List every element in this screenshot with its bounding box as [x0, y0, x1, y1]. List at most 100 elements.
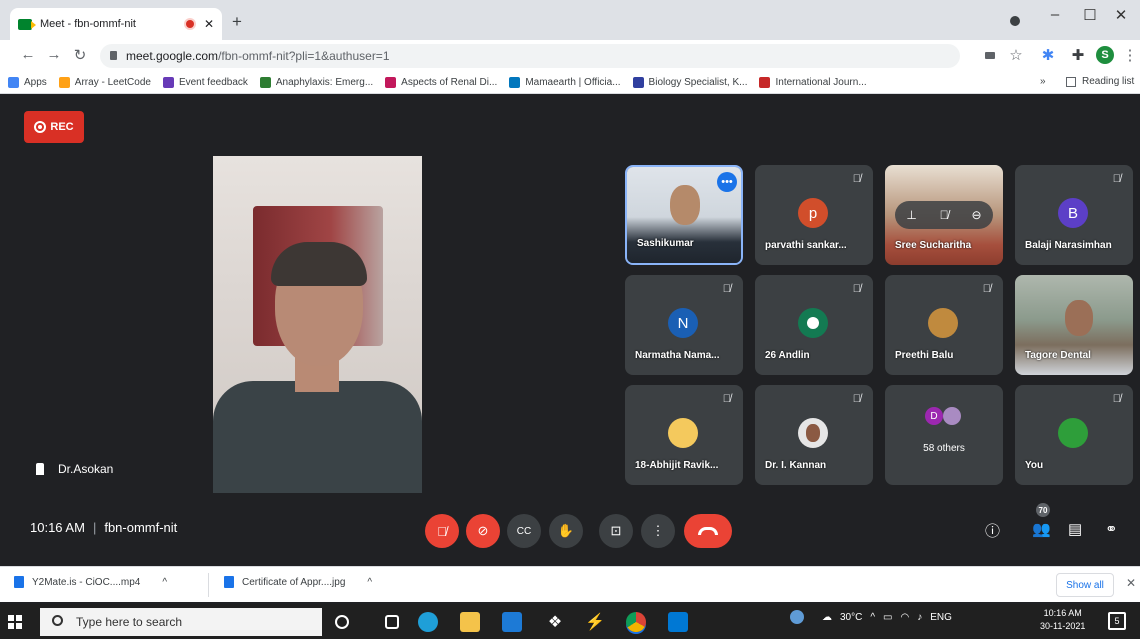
windows-start-icon[interactable] [8, 615, 22, 629]
participant-tile[interactable]: ••• Sashikumar [625, 165, 743, 265]
bookmark-anaphylaxis[interactable]: Anaphylaxis: Emerg... [259, 77, 373, 88]
chevron-up-icon[interactable]: ^ [367, 577, 372, 588]
mic-off-icon: 🎙̸ [1112, 393, 1121, 405]
participant-tile[interactable]: 🎙̸ B Balaji Narasimhan [1015, 165, 1133, 265]
participant-tile[interactable]: 🎙̸ 18-Abhijit Ravik... [625, 385, 743, 485]
others-tile[interactable]: D 58 others [885, 385, 1003, 485]
participant-tile[interactable]: 🎙̸ 26 Andlin [755, 275, 873, 375]
participant-tile[interactable]: ⊥ 🎙̸ ⊖ Sree Sucharitha [885, 165, 1003, 265]
avatar [668, 418, 698, 448]
bookmark-mamaearth[interactable]: Mamaearth | Officia... [509, 77, 621, 88]
mic-toggle-button[interactable]: 🎙̸ [425, 514, 459, 548]
minimize-icon[interactable]: – [1040, 6, 1070, 23]
more-options-button[interactable]: ⋮ [641, 514, 675, 548]
profile-indicator-icon[interactable] [1010, 16, 1020, 26]
main-speaker-video[interactable] [213, 156, 422, 493]
chrome-icon[interactable] [626, 612, 646, 632]
volume-icon[interactable]: ♪ [917, 612, 922, 623]
bookmark-apps[interactable]: Apps [8, 77, 47, 88]
bookmark-event-feedback[interactable]: Event feedback [162, 77, 248, 88]
forward-icon[interactable]: → [44, 46, 64, 63]
maximize-icon[interactable]: ☐ [1075, 6, 1105, 24]
avatar [1058, 418, 1088, 448]
site-icon [632, 77, 644, 88]
participant-count-badge: 70 [1036, 503, 1050, 517]
menu-kebab-icon[interactable]: ⋮ [1120, 46, 1140, 64]
wifi-icon[interactable]: ◠ [901, 612, 910, 623]
avatar: B [1058, 198, 1088, 228]
chevron-up-icon[interactable]: ^ [162, 577, 167, 588]
cortana-icon[interactable] [335, 615, 349, 629]
bookmark-renal[interactable]: Aspects of Renal Di... [385, 77, 497, 88]
chat-icon[interactable]: ▤ [1068, 520, 1082, 538]
download-item[interactable]: Certificate of Appr....jpg ^ [224, 576, 372, 588]
people-icon[interactable]: 👥 [1032, 520, 1051, 538]
bookmarks-overflow-icon[interactable]: » [1040, 76, 1046, 87]
mic-off-icon: 🎙̸ [722, 283, 731, 295]
download-item[interactable]: Y2Mate.is - CiOC....mp4 ^ [14, 576, 167, 588]
participant-tile[interactable]: 🎙̸ Preethi Balu [885, 275, 1003, 375]
participant-tile[interactable]: 🎙̸ Dr. I. Kannan [755, 385, 873, 485]
avatar: D [925, 407, 943, 425]
self-tile[interactable]: 🎙̸ You [1015, 385, 1133, 485]
edge-icon[interactable] [418, 612, 438, 632]
store-icon[interactable] [668, 612, 688, 632]
battery-icon[interactable]: ▭ [883, 612, 892, 623]
back-icon[interactable]: ← [18, 46, 38, 63]
recording-dot-icon [185, 20, 194, 28]
profile-avatar[interactable]: S [1096, 46, 1114, 64]
present-button[interactable]: ⊡ [599, 514, 633, 548]
avatar [798, 308, 828, 338]
meet-logo-icon [18, 18, 36, 30]
file-explorer-icon[interactable] [460, 612, 480, 632]
participant-tile[interactable]: 🎙̸ p parvathi sankar... [755, 165, 873, 265]
bookmark-leetcode[interactable]: Array - LeetCode [58, 77, 151, 88]
avatar [943, 407, 961, 425]
mic-off-icon: 🎙̸ [852, 173, 861, 185]
record-icon [34, 121, 47, 133]
show-all-button[interactable]: Show all [1056, 573, 1114, 597]
bookmark-biology[interactable]: Biology Specialist, K... [632, 77, 747, 88]
bookmark-journal[interactable]: International Journ... [759, 77, 867, 88]
system-tray: ☁ 30°C ^ ▭ ◠ ♪ ENG [790, 610, 952, 624]
help-icon[interactable] [790, 610, 804, 624]
more-options-icon[interactable]: ••• [717, 172, 737, 192]
close-window-icon[interactable]: ✕ [1106, 6, 1136, 24]
bookmark-star-icon[interactable]: ☆ [1006, 46, 1026, 64]
close-downloads-icon[interactable]: ✕ [1126, 576, 1136, 590]
mail-icon[interactable] [502, 612, 522, 632]
participant-tile[interactable]: 🎙̸ N Narmatha Nama... [625, 275, 743, 375]
task-view-icon[interactable] [385, 615, 399, 629]
pin-icon[interactable]: ⊥ [906, 208, 916, 222]
camera-toggle-button[interactable]: ⊘ [466, 514, 500, 548]
url-input[interactable]: meet.google.com/fbn-ommf-nit?pli=1&authu… [100, 44, 960, 68]
main-speaker-label: Dr.Asokan [36, 462, 113, 476]
remove-icon[interactable]: ⊖ [972, 208, 982, 222]
forms-icon [162, 77, 174, 88]
tab-meet[interactable]: Meet - fbn-ommf-nit ✕ [10, 8, 222, 40]
mute-icon[interactable]: 🎙̸ [940, 208, 949, 222]
taskbar-clock[interactable]: 10:16 AM 30-11-2021 [1040, 607, 1085, 633]
puzzle-icon[interactable]: ✚ [1068, 46, 1088, 64]
new-tab-button[interactable]: + [232, 12, 242, 32]
dropbox-icon[interactable]: ❖ [545, 612, 565, 632]
captions-button[interactable]: CC [507, 514, 541, 548]
taskbar-search[interactable]: Type here to search [40, 608, 322, 636]
chevron-up-icon[interactable]: ^ [870, 612, 875, 623]
extension-icon[interactable]: ✱ [1038, 46, 1058, 64]
participant-tile[interactable]: Tagore Dental [1015, 275, 1133, 375]
leave-call-button[interactable] [684, 514, 732, 548]
tab-close-icon[interactable]: ✕ [204, 17, 214, 31]
notification-icon[interactable]: 5 [1108, 612, 1126, 630]
power-automate-icon[interactable]: ⚡ [585, 612, 605, 632]
file-icon [224, 576, 234, 588]
activities-icon[interactable]: ⚭ [1105, 520, 1118, 538]
reload-icon[interactable]: ↻ [70, 46, 90, 64]
meeting-details-icon[interactable]: ⓘ [985, 520, 1000, 541]
meeting-info: 10:16 AM | fbn-ommf-nit [30, 520, 178, 535]
camera-indicator-icon[interactable] [985, 52, 995, 59]
weather-icon[interactable]: ☁ [822, 612, 832, 623]
reading-list-button[interactable]: Reading list [1066, 76, 1134, 87]
tab-title: Meet - fbn-ommf-nit [40, 18, 136, 30]
raise-hand-button[interactable]: ✋ [549, 514, 583, 548]
